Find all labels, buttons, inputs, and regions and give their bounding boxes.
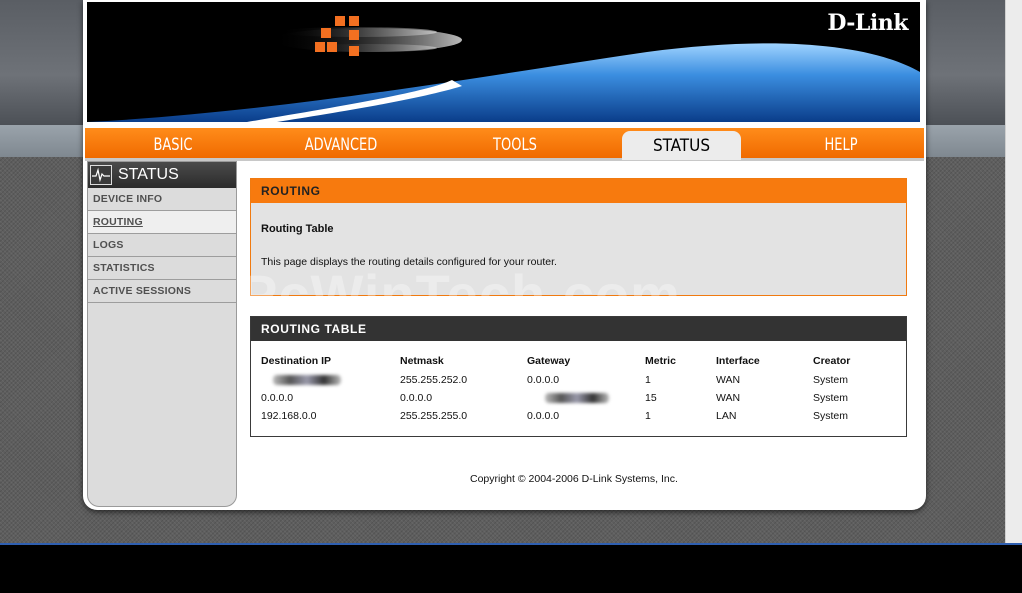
redacted-ip xyxy=(273,375,341,386)
table-row: 0.0.0.0 0.0.0.0 15 WAN System xyxy=(261,389,893,407)
column-header: Destination IP xyxy=(261,355,332,367)
routing-description: This page displays the routing details c… xyxy=(261,256,557,268)
table-cell: 255.255.255.0 xyxy=(400,410,468,422)
table-cell: 1 xyxy=(645,374,651,386)
table-row: 192.168.0.0 255.255.255.0 0.0.0.0 1 LAN … xyxy=(261,407,893,425)
window-edge xyxy=(0,543,1022,545)
sidebar-item-routing[interactable]: ROUTING xyxy=(88,211,236,234)
column-header: Interface xyxy=(716,355,760,367)
sidebar-item-statistics[interactable]: STATISTICS xyxy=(88,257,236,280)
routing-table: Destination IP Netmask Gateway Metric In… xyxy=(261,351,893,425)
table-cell: 255.255.252.0 xyxy=(400,374,468,386)
redacted-ip xyxy=(545,393,609,404)
table-cell: LAN xyxy=(716,410,737,422)
table-row: 255.255.252.0 0.0.0.0 1 WAN System xyxy=(261,371,893,389)
tab-tools[interactable]: TOOLS xyxy=(473,130,558,158)
column-header: Gateway xyxy=(527,355,571,367)
tab-status[interactable]: STATUS xyxy=(622,131,741,160)
column-header: Metric xyxy=(645,355,676,367)
header-banner: D-Link xyxy=(87,2,920,122)
tab-advanced[interactable]: ADVANCED xyxy=(293,130,388,158)
tab-basic[interactable]: BASIC xyxy=(132,130,214,158)
routing-subheading: Routing Table xyxy=(261,223,334,235)
routing-table-panel: ROUTING TABLE Destination IP Netmask Gat… xyxy=(250,316,907,437)
table-cell-redacted xyxy=(527,389,645,407)
copyright-notice: Copyright © 2004-2006 D-Link Systems, In… xyxy=(470,473,678,485)
vertical-scrollbar[interactable] xyxy=(1005,0,1022,544)
banner-graphic xyxy=(87,16,920,122)
table-cell: 0.0.0.0 xyxy=(527,410,560,422)
column-header: Creator xyxy=(813,355,851,367)
table-cell: System xyxy=(813,374,849,386)
dlink-logo: D-Link xyxy=(827,10,908,36)
tab-help[interactable]: HELP xyxy=(802,130,880,158)
table-cell: 192.168.0.0 xyxy=(261,410,317,422)
table-cell: WAN xyxy=(716,392,741,404)
table-cell: WAN xyxy=(716,374,741,386)
status-monitor-icon xyxy=(90,165,112,185)
sidebar-item-logs[interactable]: LOGS xyxy=(88,234,236,257)
sidebar-header: STATUS xyxy=(88,162,236,188)
sidebar-item-device-info[interactable]: DEVICE INFO xyxy=(88,188,236,211)
table-cell-redacted xyxy=(261,371,400,389)
table-header-row: Destination IP Netmask Gateway Metric In… xyxy=(261,351,893,371)
routing-table-title: ROUTING TABLE xyxy=(251,317,906,341)
sidebar-title: STATUS xyxy=(118,166,179,183)
table-cell: 1 xyxy=(645,410,651,422)
sidebar-item-active-sessions[interactable]: ACTIVE SESSIONS xyxy=(88,280,236,303)
table-cell: 0.0.0.0 xyxy=(400,392,433,404)
routing-panel-title: ROUTING xyxy=(251,179,906,203)
router-admin-page: D-Link BASIC ADVANCED TOOLS STATUS HELP … xyxy=(83,0,926,510)
table-cell: 15 xyxy=(645,392,657,404)
table-cell: 0.0.0.0 xyxy=(527,374,560,386)
column-header: Netmask xyxy=(400,355,444,367)
main-nav-tabs: BASIC ADVANCED TOOLS STATUS HELP xyxy=(85,128,924,161)
sidebar: STATUS DEVICE INFO ROUTING LOGS STATISTI… xyxy=(87,161,237,507)
table-cell: 0.0.0.0 xyxy=(261,392,294,404)
table-cell: System xyxy=(813,410,849,422)
routing-info-panel: ROUTING Routing Table This page displays… xyxy=(250,178,907,296)
table-cell: System xyxy=(813,392,849,404)
